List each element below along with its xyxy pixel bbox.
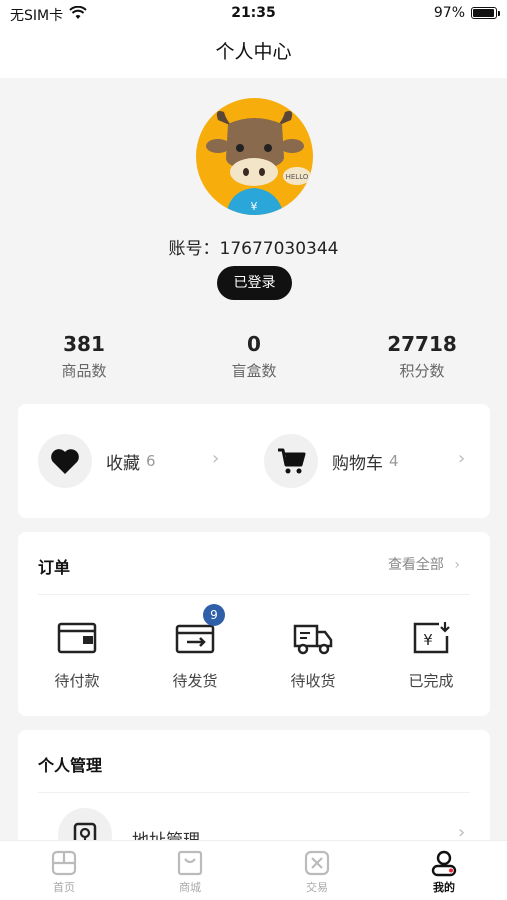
tab-label: 商城: [179, 881, 201, 894]
divider: [38, 792, 470, 793]
favorites-card: 收藏 6 › 购物车 4 ›: [18, 404, 490, 518]
stat-label: 商品数: [61, 362, 107, 380]
wallet-icon: [55, 618, 99, 658]
chevron-right-icon: ›: [458, 448, 466, 469]
page-title: 个人中心: [0, 28, 507, 78]
svg-text:HELLO: HELLO: [286, 173, 309, 181]
chevron-right-icon: ›: [212, 448, 220, 469]
tab-label: 交易: [306, 881, 328, 894]
login-status-badge[interactable]: 已登录: [217, 266, 292, 300]
tab-profile[interactable]: 我的: [404, 849, 484, 895]
stat-value: 381: [63, 332, 105, 356]
tab-home[interactable]: 首页: [24, 849, 104, 895]
completed-receipt-icon: ¥: [409, 618, 453, 658]
status-bar: 无SIM卡 21:35 97%: [0, 0, 507, 28]
tab-bar: 首页 商城 交易 我的: [0, 840, 507, 900]
order-pending-receipt[interactable]: 待收货: [263, 618, 363, 691]
stat-products[interactable]: 381 商品数: [19, 332, 149, 381]
home-icon: [50, 849, 78, 877]
chevron-right-icon: ›: [454, 557, 460, 573]
cart-icon: [264, 434, 318, 488]
view-all-label: 查看全部: [387, 557, 444, 573]
tab-mall[interactable]: 商城: [150, 849, 230, 895]
stat-points[interactable]: 27718 积分数: [357, 332, 487, 381]
order-completed[interactable]: ¥ 已完成: [381, 618, 481, 691]
avatar[interactable]: ¥ HELLO: [196, 98, 313, 215]
account-number: 账号：17677030344: [168, 239, 339, 259]
tab-label: 我的: [433, 881, 455, 894]
order-label: 待付款: [54, 672, 100, 690]
collect-label: 收藏: [106, 453, 140, 474]
orders-title: 订单: [38, 558, 71, 577]
collect-button[interactable]: 收藏 6: [38, 434, 156, 488]
cart-label: 购物车: [332, 453, 383, 474]
shipment-count-badge: 9: [203, 604, 225, 626]
stat-value: 27718: [387, 332, 457, 356]
order-pending-shipment[interactable]: 9 待发货: [145, 604, 245, 691]
tab-label: 首页: [53, 881, 75, 894]
tab-trade[interactable]: 交易: [277, 849, 357, 895]
order-label: 待发货: [172, 672, 218, 690]
stat-label: 积分数: [399, 362, 445, 380]
mall-icon: [176, 849, 204, 877]
stats-row: 381 商品数 0 盲盒数 27718 积分数: [0, 332, 507, 388]
svg-text:¥: ¥: [423, 631, 433, 649]
order-label: 已完成: [408, 672, 454, 690]
order-label: 待收货: [290, 672, 336, 690]
orders-card: 订单 查看全部 › 待付款 9 待发货 待收货 ¥ 已完成: [18, 532, 490, 716]
trade-icon: [303, 849, 331, 877]
cart-count: 4: [389, 452, 399, 470]
cow-avatar-icon: ¥ HELLO: [206, 111, 311, 215]
collect-count: 6: [146, 452, 156, 470]
shipping-box-icon: 9: [173, 604, 225, 658]
stat-value: 0: [247, 332, 261, 356]
battery-icon: [471, 7, 500, 19]
order-pending-payment[interactable]: 待付款: [27, 618, 127, 691]
svg-text:¥: ¥: [251, 200, 258, 213]
cart-button[interactable]: 购物车 4: [264, 434, 399, 488]
clock: 21:35: [231, 5, 276, 21]
stat-blind-boxes[interactable]: 0 盲盒数: [189, 332, 319, 381]
heart-icon: [38, 434, 92, 488]
view-all-orders-link[interactable]: 查看全部 ›: [388, 554, 460, 574]
truck-icon: [291, 618, 335, 658]
personal-title: 个人管理: [38, 756, 103, 775]
stat-label: 盲盒数: [231, 362, 277, 380]
divider: [38, 594, 470, 595]
profile-icon: [430, 849, 458, 877]
battery-percent: 97%: [433, 5, 465, 21]
